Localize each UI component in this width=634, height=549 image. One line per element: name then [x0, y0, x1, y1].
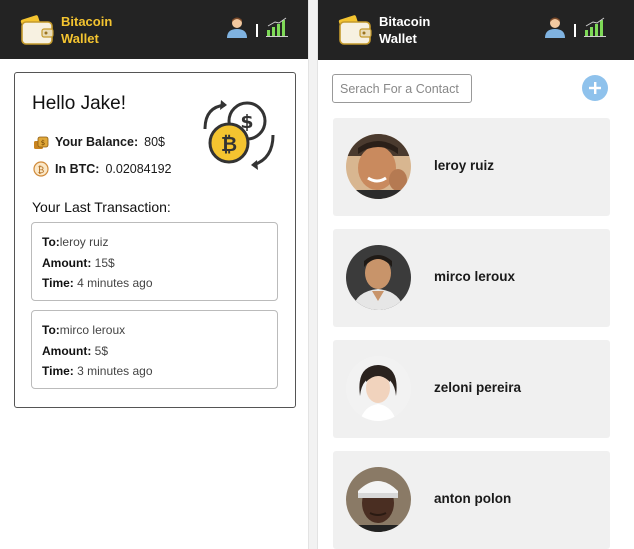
topbar-divider: [574, 24, 576, 37]
bitcoin-coin-icon: ₿: [33, 161, 49, 177]
contact-item[interactable]: zeloni pereira: [333, 340, 610, 438]
tx-amount: 15$: [94, 255, 115, 270]
svg-text:₿: ₿: [38, 165, 45, 176]
tx-amount-label: Amount:: [42, 343, 92, 358]
contact-item[interactable]: mirco leroux: [333, 229, 610, 327]
brand-name: Bitacoin Wallet: [61, 13, 112, 47]
contact-name: zeloni pereira: [434, 380, 522, 395]
plus-icon: [589, 82, 601, 94]
bitcoin-exchange-icon: $ ₿: [203, 100, 275, 170]
transaction-card[interactable]: To:leroy ruiz Amount: 15$ Time: 4 minute…: [31, 222, 278, 301]
tx-time: 3 minutes ago: [77, 364, 153, 378]
wallet-icon[interactable]: [338, 11, 374, 47]
top-bar: Bitacoin Wallet: [0, 0, 308, 59]
btc-row: ₿ In BTC: 0.02084192: [33, 161, 171, 177]
tx-time-label: Time:: [42, 364, 74, 378]
balance-label: Your Balance:: [55, 135, 139, 149]
contact-item[interactable]: leroy ruiz: [333, 118, 610, 216]
brand-name: Bitacoin Wallet: [379, 13, 430, 47]
search-input[interactable]: [332, 74, 472, 103]
brand-line1: Bitacoin: [379, 14, 431, 29]
transaction-card[interactable]: To:mirco leroux Amount: 5$ Time: 3 minut…: [31, 310, 278, 389]
user-icon[interactable]: [544, 16, 566, 38]
avatar: [346, 245, 411, 310]
svg-text:₿: ₿: [221, 132, 237, 156]
greeting: Hello Jake!: [32, 93, 126, 114]
contact-name: leroy ruiz: [434, 158, 495, 173]
contact-name: mirco leroux: [434, 269, 516, 284]
btc-label: In BTC:: [55, 162, 100, 176]
avatar: [346, 134, 411, 199]
btc-value: 0.02084192: [105, 162, 172, 176]
brand-line2: Wallet: [379, 31, 417, 46]
avatar: [346, 467, 411, 532]
user-icon[interactable]: [226, 16, 248, 38]
tx-to: leroy ruiz: [59, 235, 109, 249]
tx-to: mirco leroux: [59, 323, 126, 337]
tx-to-label: To:: [42, 323, 60, 337]
wallet-icon[interactable]: [20, 11, 56, 47]
contact-name: anton polon: [434, 491, 512, 506]
tx-amount-label: Amount:: [42, 255, 92, 270]
top-bar: Bitacoin Wallet: [318, 0, 634, 60]
last-transaction-title: Your Last Transaction:: [32, 199, 171, 215]
contacts-screen: Bitacoin Wallet Serach For a Contact ler…: [317, 0, 634, 549]
balance-row: $ Your Balance: 80$: [33, 134, 165, 150]
balance-value: 80$: [144, 135, 165, 149]
tx-time: 4 minutes ago: [77, 276, 153, 290]
balance-card: Hello Jake! $ ₿ $ Your Balance: 80$ ₿ In…: [14, 72, 296, 408]
add-contact-button[interactable]: [582, 75, 608, 101]
tx-to-label: To:: [42, 235, 60, 249]
tx-amount: 5$: [94, 343, 109, 358]
home-screen: Bitacoin Wallet Hello Jake! $ ₿ $ Your B…: [0, 0, 309, 549]
topbar-divider: [256, 24, 258, 37]
coins-icon: $: [34, 136, 49, 149]
brand-line1: Bitacoin: [61, 14, 113, 29]
svg-text:$: $: [41, 139, 45, 147]
avatar: [346, 356, 411, 421]
tx-time-label: Time:: [42, 276, 74, 290]
signal-chart-icon[interactable]: [266, 17, 288, 37]
signal-chart-icon[interactable]: [584, 17, 606, 37]
contact-item[interactable]: anton polon: [333, 451, 610, 549]
brand-line2: Wallet: [61, 31, 99, 46]
